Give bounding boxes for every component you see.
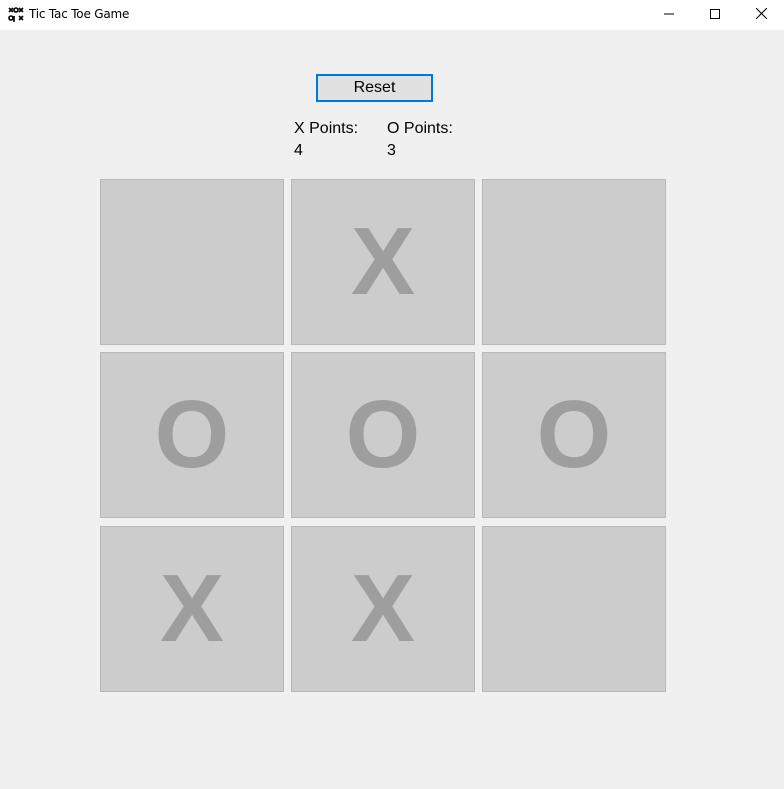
board-cell-2[interactable]: X — [291, 179, 475, 345]
app-window: Tic Tac Toe Game Reset X Points: 4 O Poi… — [0, 0, 784, 789]
minimize-icon — [664, 6, 674, 24]
window-title: Tic Tac Toe Game — [29, 7, 130, 21]
board-cell-1[interactable] — [100, 179, 284, 345]
board-cell-5[interactable]: O — [291, 352, 475, 518]
maximize-button[interactable] — [692, 0, 738, 30]
close-button[interactable] — [738, 0, 784, 30]
board-cell-3[interactable] — [482, 179, 666, 345]
board-cell-8[interactable]: X — [291, 526, 475, 692]
x-points-label: X Points: — [294, 120, 359, 137]
o-points-value: 3 — [387, 142, 396, 159]
board-cell-7[interactable]: X — [100, 526, 284, 692]
board-cell-4[interactable]: O — [100, 352, 284, 518]
title-bar[interactable]: Tic Tac Toe Game — [0, 0, 784, 30]
minimize-button[interactable] — [646, 0, 692, 30]
reset-button[interactable]: Reset — [316, 74, 433, 102]
maximize-icon — [710, 6, 720, 24]
tic-tac-toe-icon — [8, 7, 24, 23]
x-points-value: 4 — [294, 142, 303, 159]
board-cell-6[interactable]: O — [482, 352, 666, 518]
close-icon — [755, 6, 767, 24]
o-points-label: O Points: — [387, 120, 453, 137]
board-cell-9[interactable] — [482, 526, 666, 692]
